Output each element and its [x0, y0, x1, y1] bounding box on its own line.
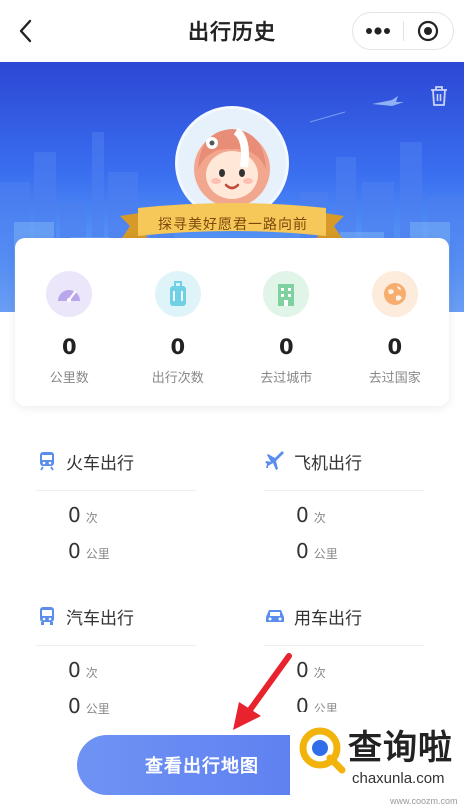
stat-value: 0	[387, 335, 403, 359]
trips-row: 0 次	[296, 658, 464, 694]
stat-value: 0	[278, 335, 294, 359]
bus-icon	[40, 607, 54, 625]
more-button[interactable]	[353, 13, 403, 49]
stat-icon-wrap	[263, 271, 310, 317]
miniprogram-capsule	[352, 12, 454, 50]
trash-icon	[431, 86, 447, 106]
section-title: 用车出行	[294, 608, 362, 629]
section-icon-wrap	[264, 450, 286, 472]
close-miniprogram-button[interactable]	[404, 13, 454, 49]
stat-icon-wrap	[154, 271, 201, 317]
distance-value: 0	[68, 694, 81, 718]
distance-value: 0	[68, 539, 81, 563]
section-title: 火车出行	[66, 453, 134, 474]
section-divider	[264, 645, 424, 646]
stat-icon-wrap	[46, 271, 93, 317]
trips-value: 0	[68, 503, 81, 527]
stat-label: 去过城市	[260, 371, 313, 386]
distance-unit: 公里	[85, 702, 110, 716]
more-dots-icon	[365, 27, 390, 35]
watermark-url: www.coozm.com	[390, 796, 458, 806]
trips-unit: 次	[85, 666, 98, 680]
section-divider	[36, 645, 196, 646]
stat-cities: 0 去过城市	[232, 238, 341, 406]
building-icon	[278, 284, 295, 306]
distance-row: 0 公里	[68, 694, 236, 730]
section-icon-wrap	[36, 605, 58, 627]
annotation-arrow-icon	[233, 653, 292, 730]
stat-label: 公里数	[49, 371, 89, 386]
trips-unit: 次	[85, 511, 98, 525]
watermark: 查询啦 chaxunla.com www.coozm.com	[290, 712, 464, 809]
back-button[interactable]	[10, 15, 40, 47]
luggage-icon	[169, 281, 186, 306]
page-title: 出行历史	[188, 20, 276, 44]
stat-trips: 0 出行次数	[124, 238, 233, 406]
distance-unit: 公里	[85, 547, 110, 561]
trips-row: 0 次	[296, 503, 464, 539]
cartoon-girl-avatar	[178, 109, 286, 217]
stat-value: 0	[61, 335, 77, 359]
section-title: 飞机出行	[294, 453, 362, 474]
stat-kilometers: 0 公里数	[15, 238, 124, 406]
chevron-left-icon	[19, 19, 32, 43]
plane-icon	[265, 451, 284, 470]
distance-row: 0 公里	[296, 539, 464, 575]
stat-countries: 0 去过国家	[341, 238, 450, 406]
navigation-bar: 出行历史	[0, 0, 464, 62]
section-bus[interactable]: 汽车出行 0 次 0 公里	[36, 601, 236, 730]
trips-row: 0 次	[68, 658, 236, 694]
distance-value: 0	[296, 539, 309, 563]
stat-label: 出行次数	[151, 371, 204, 386]
stat-label: 去过国家	[368, 371, 421, 386]
car-icon	[266, 610, 284, 622]
clear-history-button[interactable]	[424, 82, 454, 110]
stat-value: 0	[170, 335, 186, 359]
section-title: 汽车出行	[66, 608, 134, 629]
section-icon-wrap	[264, 605, 286, 627]
section-icon-wrap	[36, 450, 58, 472]
globe-icon	[383, 283, 406, 305]
section-header: 用车出行	[264, 601, 464, 631]
trips-value: 0	[68, 658, 81, 682]
trips-unit: 次	[313, 666, 326, 680]
section-header: 火车出行	[36, 446, 236, 476]
distance-row: 0 公里	[68, 539, 236, 575]
trips-unit: 次	[313, 511, 326, 525]
watermark-logo-icon	[299, 727, 346, 774]
section-plane[interactable]: 飞机出行 0 次 0 公里	[264, 446, 464, 575]
trips-row: 0 次	[68, 503, 236, 539]
speedometer-icon	[58, 290, 81, 302]
stat-icon-wrap	[371, 271, 418, 317]
stats-card: 0 公里数 0 出行次数 0 去过城市 0 去过国家	[15, 238, 449, 406]
trips-value: 0	[296, 658, 309, 682]
section-divider	[36, 490, 196, 491]
distance-unit: 公里	[313, 547, 338, 561]
trips-value: 0	[296, 503, 309, 527]
train-icon	[40, 452, 54, 471]
target-circle-icon	[418, 20, 439, 42]
slogan-text: 探寻美好愿君一路向前	[158, 217, 308, 233]
section-header: 汽车出行	[36, 601, 236, 631]
watermark-subtitle: chaxunla.com	[352, 770, 445, 787]
section-train[interactable]: 火车出行 0 次 0 公里	[36, 446, 236, 575]
watermark-title: 查询啦	[348, 728, 453, 768]
section-divider	[264, 490, 424, 491]
section-header: 飞机出行	[264, 446, 464, 476]
